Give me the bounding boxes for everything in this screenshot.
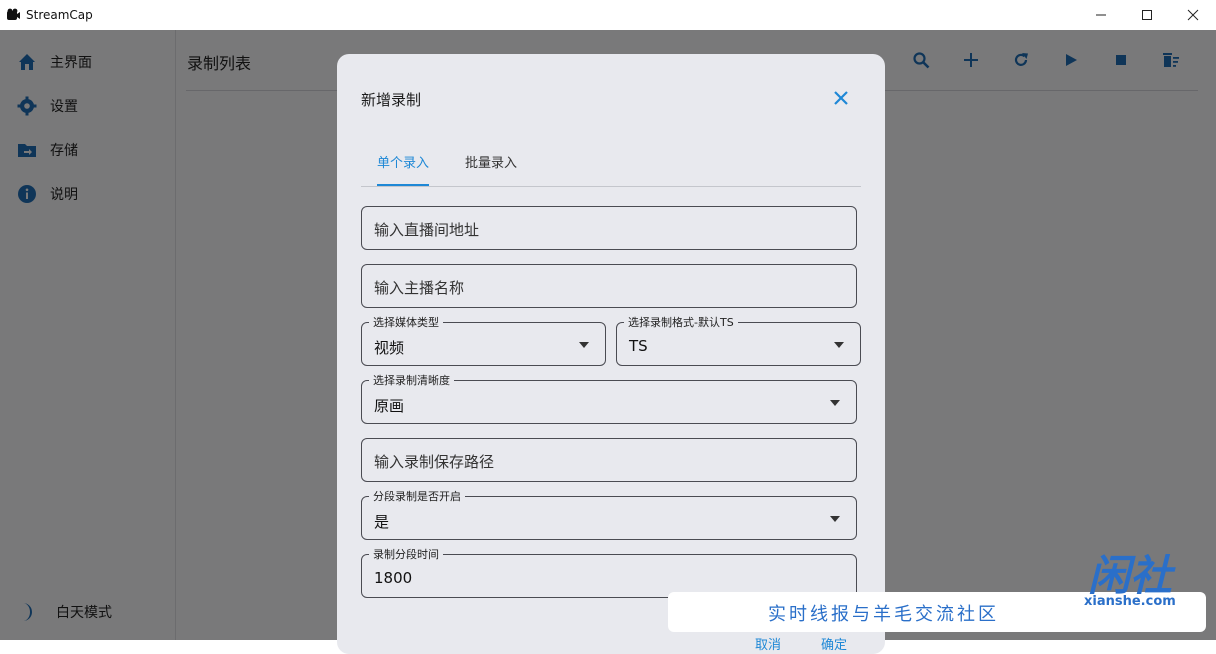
anchor-name-placeholder: 输入主播名称 (374, 279, 465, 297)
segment-enabled-select[interactable]: 分段录制是否开启 是 (361, 488, 857, 540)
window-titlebar: StreamCap (0, 0, 1216, 30)
dialog-title: 新增录制 (361, 91, 422, 109)
app-logo-icon (7, 8, 20, 20)
record-format-select[interactable]: 选择录制格式-默认TS TS (616, 314, 861, 366)
maximize-icon (1142, 10, 1152, 20)
dialog-close-button[interactable] (827, 84, 855, 112)
anchor-name-input[interactable]: 输入主播名称 (361, 264, 857, 308)
watermark-domain: xianshe.com (1084, 594, 1176, 609)
segment-enabled-value: 是 (374, 513, 390, 531)
maximize-button[interactable] (1124, 0, 1170, 30)
record-format-label: 选择录制格式-默认TS (624, 314, 738, 330)
save-path-input[interactable]: 输入录制保存路径 (361, 438, 857, 482)
minimize-button[interactable] (1078, 0, 1124, 30)
chevron-down-icon (834, 342, 844, 348)
window-controls (1078, 0, 1216, 30)
quality-label: 选择录制清晰度 (369, 372, 454, 388)
watermark-slogan: 实时线报与羊毛交流社区 (768, 604, 999, 625)
window-title: StreamCap (26, 8, 93, 22)
close-icon (1187, 9, 1199, 21)
save-path-placeholder: 输入录制保存路径 (374, 453, 495, 471)
room-url-input[interactable]: 输入直播间地址 (361, 206, 857, 250)
media-type-select[interactable]: 选择媒体类型 视频 (361, 314, 606, 366)
media-type-label: 选择媒体类型 (369, 314, 443, 330)
record-format-value: TS (629, 337, 648, 355)
segment-time-label: 录制分段时间 (369, 546, 443, 562)
chevron-down-icon (579, 342, 589, 348)
input-mode-tabs: 单个录入 批量录入 (361, 150, 861, 187)
cancel-button[interactable]: 取消 (755, 634, 781, 653)
quality-select[interactable]: 选择录制清晰度 原画 (361, 372, 857, 424)
chevron-down-icon (830, 400, 840, 406)
minimize-icon (1096, 14, 1106, 16)
tab-single[interactable]: 单个录入 (377, 152, 430, 186)
window-close-button[interactable] (1170, 0, 1216, 30)
segment-enabled-label: 分段录制是否开启 (369, 488, 465, 504)
segment-time-value: 1800 (374, 569, 413, 587)
tab-batch[interactable]: 批量录入 (465, 152, 517, 184)
chevron-down-icon (830, 516, 840, 522)
confirm-button[interactable]: 确定 (821, 634, 847, 653)
room-url-placeholder: 输入直播间地址 (374, 221, 480, 239)
quality-value: 原画 (374, 397, 405, 415)
add-recording-dialog: 新增录制 单个录入 批量录入 输入直播间地址 输入主播名称 选择媒体类型 视频 … (337, 54, 885, 654)
media-type-value: 视频 (374, 339, 405, 357)
close-icon (834, 91, 848, 105)
